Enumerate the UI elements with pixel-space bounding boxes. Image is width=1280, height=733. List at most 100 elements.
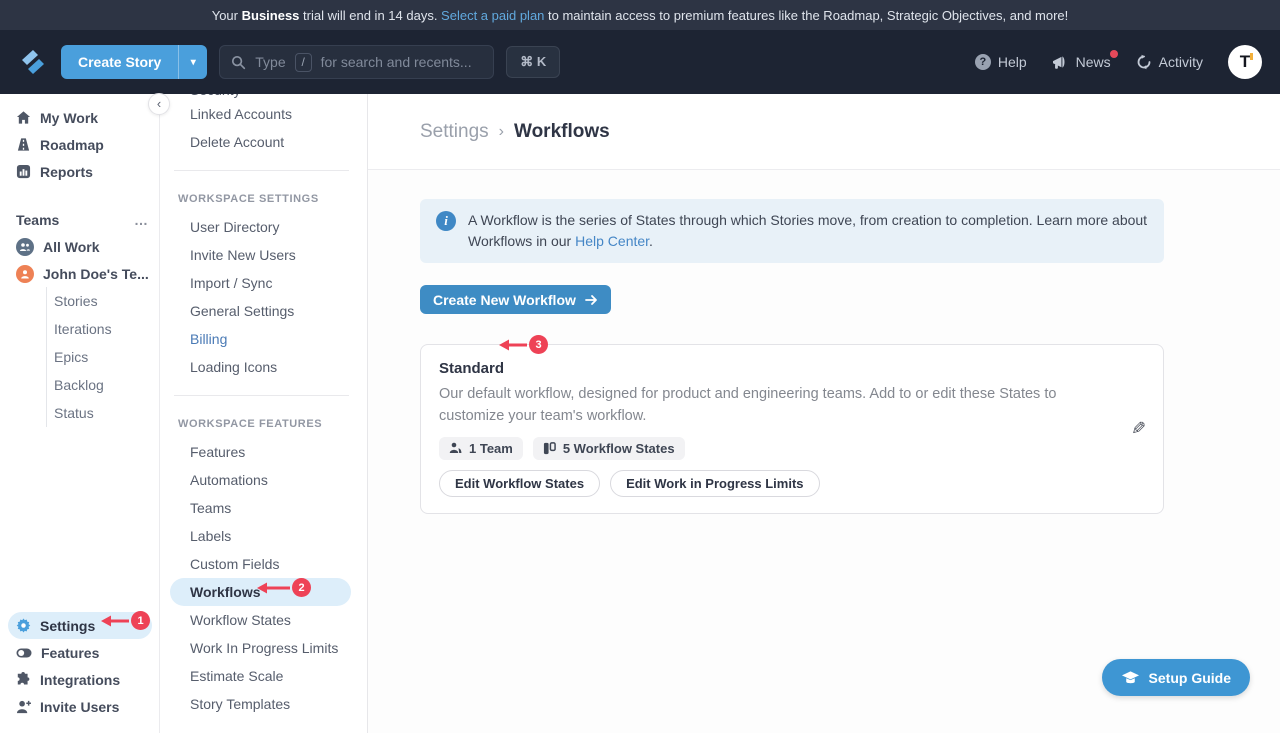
all-work-label: All Work	[43, 239, 100, 255]
workflow-card-standard: Standard Our default workflow, designed …	[420, 344, 1164, 514]
teams-section-header: Teams …	[0, 206, 159, 233]
settings-menu-item-workflow-states[interactable]: Workflow States	[160, 606, 367, 634]
teams-more-menu-icon[interactable]: …	[134, 212, 149, 228]
teams-list: All Work John Doe's Te... Stories Iterat…	[0, 233, 159, 427]
sidebar-item-settings[interactable]: Settings	[8, 612, 152, 639]
settings-menu: Security Linked Accounts Delete Account …	[160, 94, 368, 733]
sidebar-item-team[interactable]: John Doe's Te...	[8, 260, 151, 287]
sidebar-item-all-work[interactable]: All Work	[8, 233, 151, 260]
breadcrumb: Settings › Workflows	[420, 121, 610, 143]
news-button[interactable]: News	[1052, 54, 1111, 70]
all-work-avatar	[16, 238, 34, 256]
features-label: Features	[41, 645, 99, 661]
avatar-accent-mark	[1250, 53, 1253, 60]
top-nav: Create Story ▾ Type / for search and rec…	[0, 30, 1280, 94]
breadcrumb-separator-icon: ›	[499, 123, 504, 141]
sidebar-item-reports[interactable]: Reports	[8, 158, 151, 185]
graduation-cap-icon	[1121, 670, 1140, 686]
shortcut-logo-icon[interactable]	[18, 47, 48, 77]
teams-header-label: Teams	[16, 212, 59, 228]
banner-text-suffix: to maintain access to premium features l…	[544, 8, 1068, 23]
sidebar-item-my-work[interactable]: My Work	[8, 104, 151, 131]
banner-text-prefix: Your	[212, 8, 242, 23]
sidebar-item-features[interactable]: Features	[8, 639, 152, 666]
news-label: News	[1076, 54, 1111, 70]
gear-icon	[16, 618, 31, 633]
settings-menu-item-custom-fields[interactable]: Custom Fields	[160, 550, 367, 578]
banner-text-middle: trial will end in 14 days.	[299, 8, 441, 23]
activity-button[interactable]: Activity	[1136, 54, 1203, 70]
settings-menu-item-import-sync[interactable]: Import / Sync	[160, 269, 367, 297]
puzzle-icon	[16, 672, 31, 687]
edit-pencil-icon[interactable]: ✎	[1131, 418, 1146, 439]
breadcrumb-settings[interactable]: Settings	[420, 121, 489, 143]
bar-chart-icon	[16, 164, 31, 179]
team-name-label: John Doe's Te...	[43, 266, 149, 282]
search-input[interactable]: Type / for search and recents...	[219, 45, 494, 79]
sidebar-item-roadmap[interactable]: Roadmap	[8, 131, 151, 158]
sidebar-item-integrations[interactable]: Integrations	[8, 666, 152, 693]
settings-menu-item-user-directory[interactable]: User Directory	[160, 213, 367, 241]
create-story-dropdown-button[interactable]: ▾	[178, 45, 207, 79]
sidebar-item-invite-users[interactable]: Invite Users	[8, 693, 152, 720]
settings-menu-item-story-templates[interactable]: Story Templates	[160, 690, 367, 718]
sidebar-item-iterations[interactable]: Iterations	[47, 315, 151, 343]
app-window: Your Business trial will end in 14 days.…	[0, 0, 1280, 733]
avatar-letter: T	[1240, 52, 1250, 72]
sidebar-item-status[interactable]: Status	[47, 399, 151, 427]
settings-menu-item-labels[interactable]: Labels	[160, 522, 367, 550]
slash-key-icon: /	[295, 53, 312, 72]
select-paid-plan-link[interactable]: Select a paid plan	[441, 8, 544, 23]
help-button[interactable]: ? Help	[975, 54, 1027, 70]
megaphone-icon	[1052, 55, 1069, 70]
sidebar-item-stories[interactable]: Stories	[47, 287, 151, 315]
settings-menu-item-teams[interactable]: Teams	[160, 494, 367, 522]
banner-plan-name: Business	[242, 8, 300, 23]
team-avatar	[16, 265, 34, 283]
workspace-settings-header: WORKSPACE SETTINGS	[160, 185, 367, 213]
settings-menu-item-linked-accounts[interactable]: Linked Accounts	[160, 100, 367, 128]
workspace-avatar[interactable]: T	[1228, 45, 1262, 79]
sidebar-item-label: My Work	[40, 110, 98, 126]
sidebar-collapse-button[interactable]: ‹	[148, 93, 170, 115]
sidebar-item-epics[interactable]: Epics	[47, 343, 151, 371]
help-label: Help	[998, 54, 1027, 70]
create-new-workflow-button[interactable]: Create New Workflow	[420, 285, 611, 314]
integrations-label: Integrations	[40, 672, 120, 688]
settings-menu-item-features[interactable]: Features	[160, 438, 367, 466]
workflows-label: Workflows	[190, 578, 261, 606]
settings-label: Settings	[40, 618, 95, 634]
settings-menu-item-billing[interactable]: Billing	[160, 325, 367, 353]
settings-menu-item-wip-limits[interactable]: Work In Progress Limits	[160, 634, 367, 662]
shortcut-keys-label: ⌘ K	[520, 54, 546, 70]
info-text-after: .	[649, 233, 653, 249]
edit-workflow-states-button[interactable]: Edit Workflow States	[439, 470, 600, 497]
settings-menu-item-loading-icons[interactable]: Loading Icons	[160, 353, 367, 381]
activity-sync-icon	[1136, 54, 1152, 70]
info-text-before: A Workflow is the series of States throu…	[468, 212, 1147, 249]
create-story-button[interactable]: Create Story	[61, 45, 178, 79]
settings-menu-item-workflows[interactable]: Workflows	[170, 578, 351, 606]
activity-label: Activity	[1159, 54, 1203, 70]
invite-user-icon	[16, 700, 31, 714]
page-body: i A Workflow is the series of States thr…	[368, 170, 1280, 514]
settings-menu-item-automations[interactable]: Automations	[160, 466, 367, 494]
setup-guide-button[interactable]: Setup Guide	[1102, 659, 1250, 696]
workflow-info-banner: i A Workflow is the series of States thr…	[420, 199, 1164, 263]
nav-right-group: ? Help News Activity	[975, 45, 1262, 79]
help-center-link[interactable]: Help Center	[575, 233, 649, 249]
menu-divider	[174, 170, 349, 171]
settings-menu-item-invite-new-users[interactable]: Invite New Users	[160, 241, 367, 269]
setup-guide-label: Setup Guide	[1149, 670, 1231, 686]
settings-menu-item-estimate-scale[interactable]: Estimate Scale	[160, 662, 367, 690]
settings-menu-item-delete-account[interactable]: Delete Account	[160, 128, 367, 156]
sidebar-item-label: Roadmap	[40, 137, 104, 153]
create-story-split-button: Create Story ▾	[61, 45, 207, 79]
team-count-label: 1 Team	[469, 441, 513, 456]
workflow-badges: 1 Team 5 Workflow States	[439, 437, 1145, 460]
page-title: Workflows	[514, 121, 610, 143]
search-shortcut-badge[interactable]: ⌘ K	[506, 46, 560, 78]
edit-wip-limits-button[interactable]: Edit Work in Progress Limits	[610, 470, 819, 497]
sidebar-item-backlog[interactable]: Backlog	[47, 371, 151, 399]
settings-menu-item-general-settings[interactable]: General Settings	[160, 297, 367, 325]
